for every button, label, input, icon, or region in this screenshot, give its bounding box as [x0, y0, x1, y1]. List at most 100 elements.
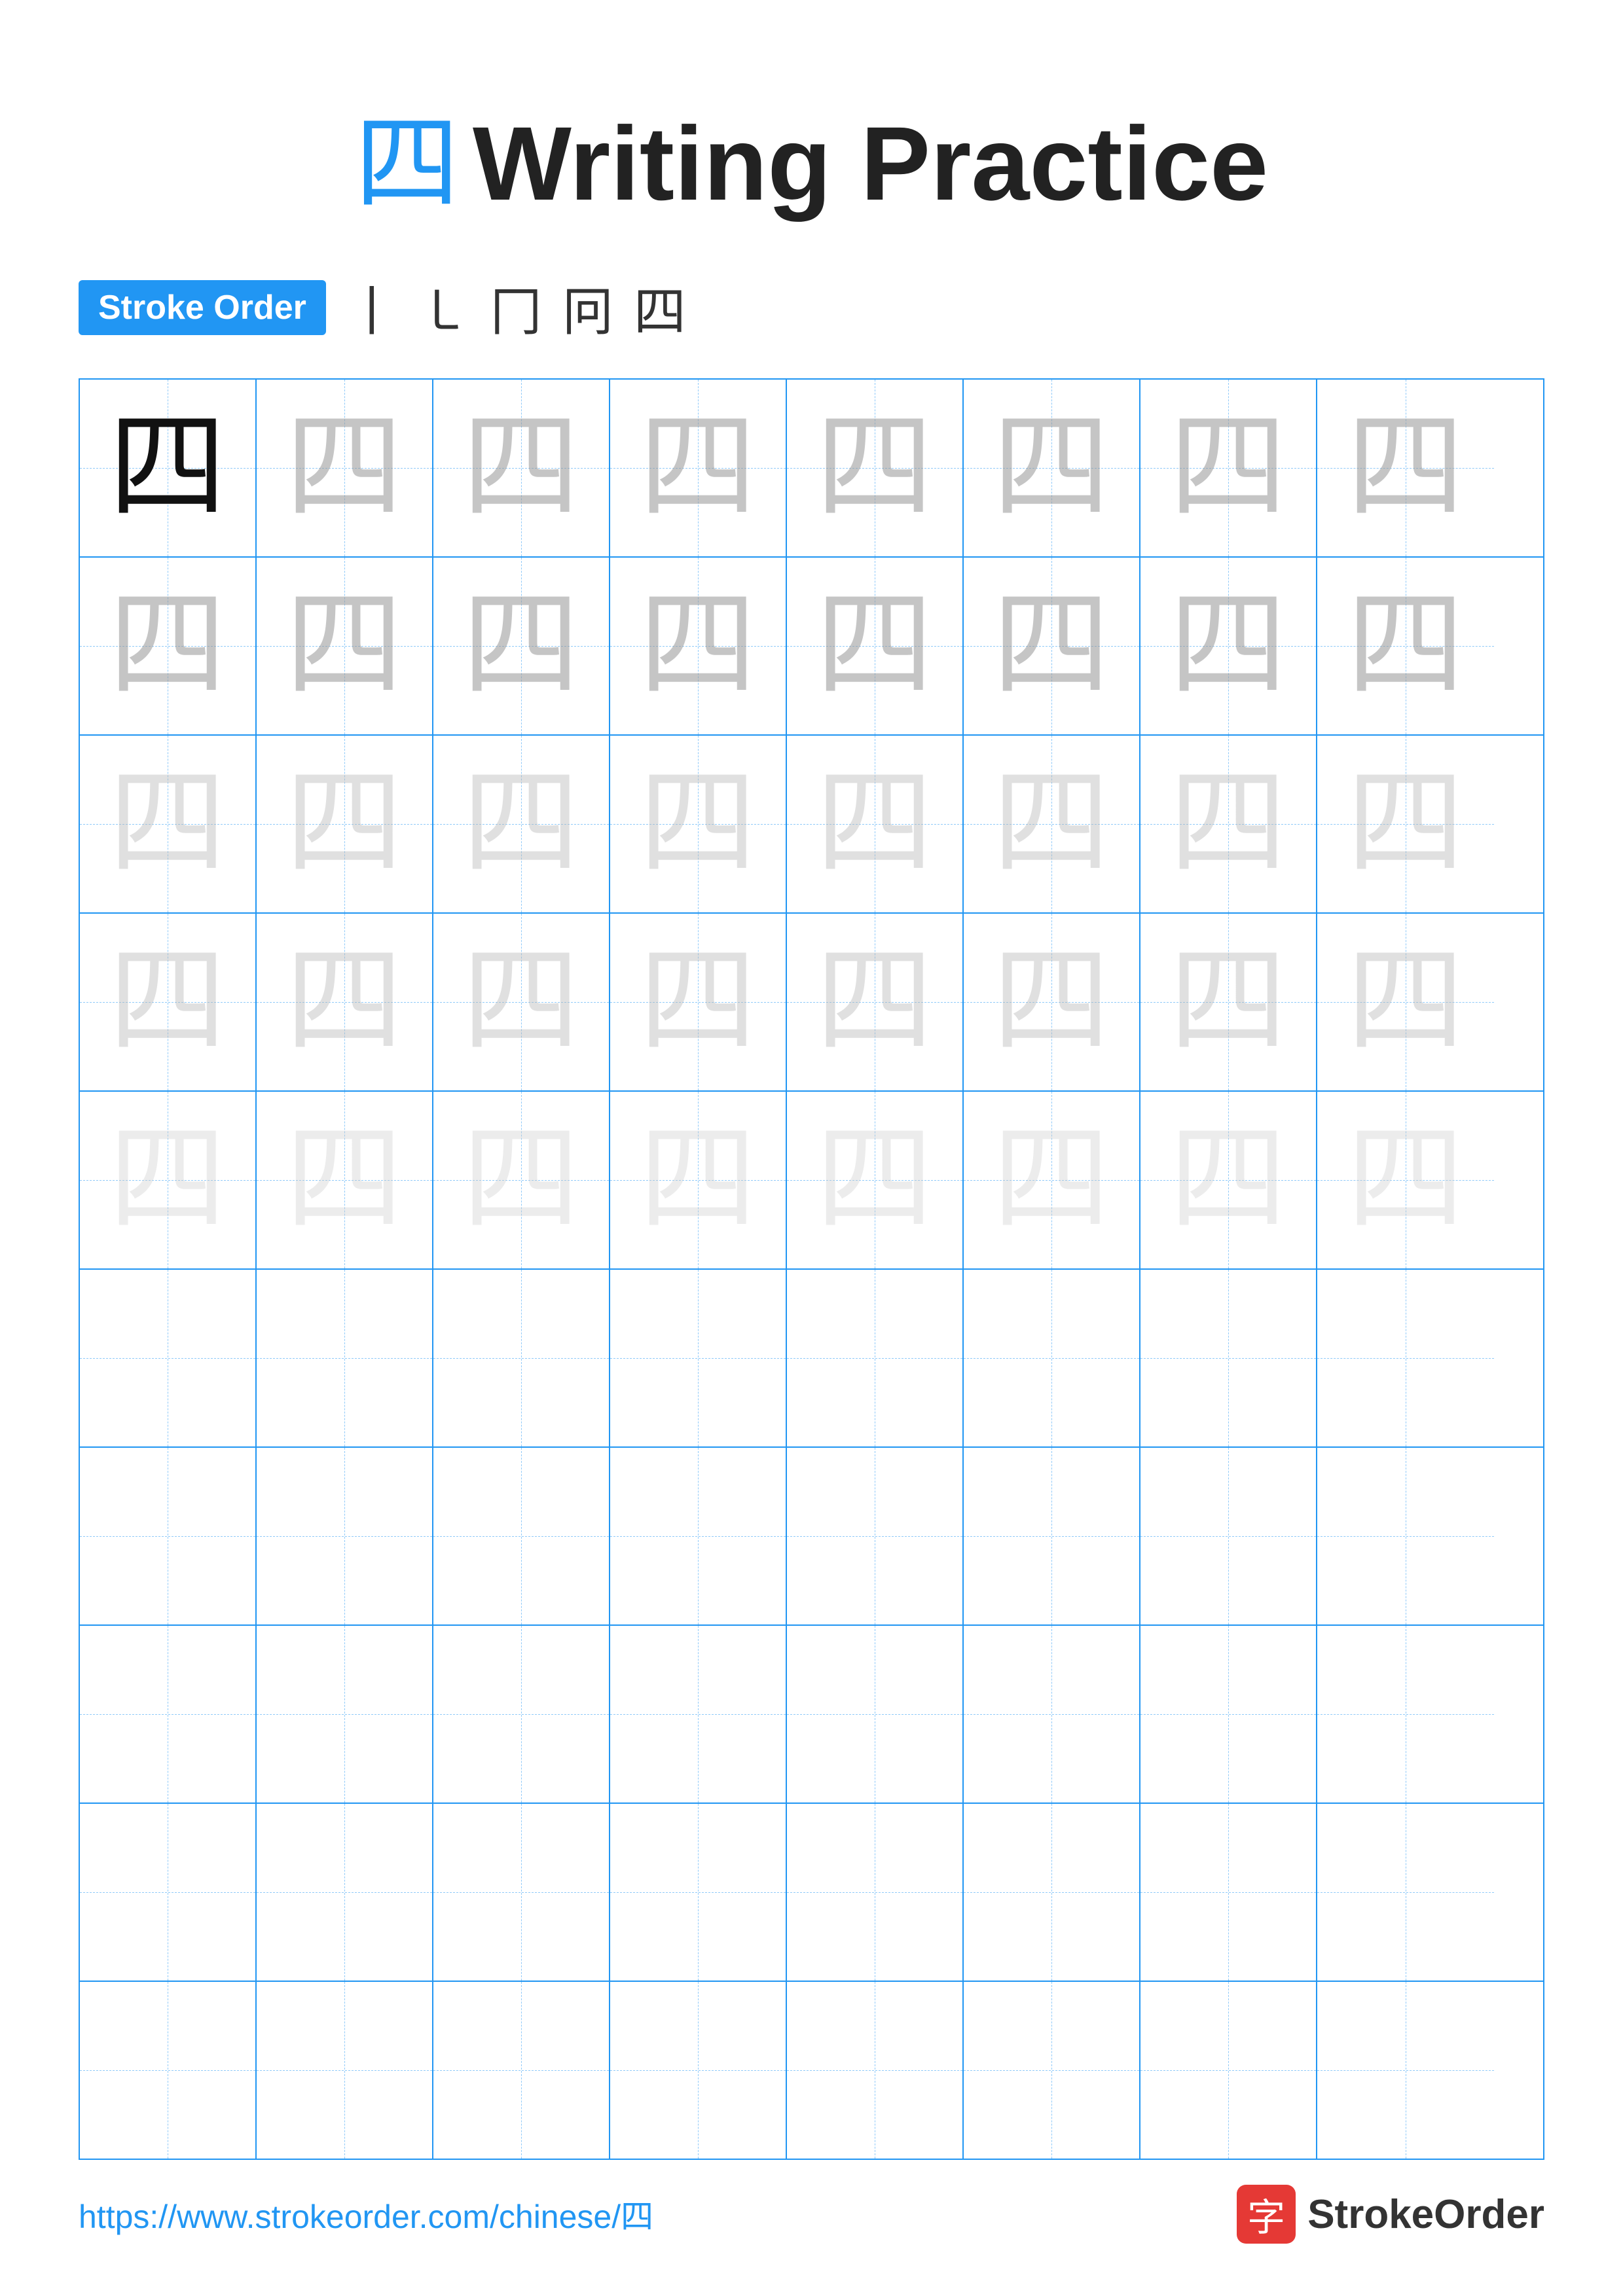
grid-cell[interactable]: [80, 1448, 257, 1624]
grid-cell[interactable]: 四: [257, 380, 433, 556]
grid-cell[interactable]: 四: [80, 1092, 257, 1268]
grid-cell[interactable]: [610, 1982, 787, 2159]
grid-cell[interactable]: [610, 1270, 787, 1446]
grid-cell[interactable]: [433, 1982, 610, 2159]
grid-cell[interactable]: 四: [80, 558, 257, 734]
grid-cell[interactable]: [257, 1270, 433, 1446]
grid-cell[interactable]: 四: [964, 558, 1140, 734]
grid-cell[interactable]: [257, 1982, 433, 2159]
grid-cell[interactable]: [787, 1448, 964, 1624]
char-guide: 四: [1169, 409, 1287, 527]
grid-cell[interactable]: 四: [433, 1092, 610, 1268]
grid-cell[interactable]: 四: [787, 914, 964, 1090]
grid-cell[interactable]: 四: [610, 736, 787, 912]
char-guide: 四: [993, 943, 1110, 1061]
grid-cell[interactable]: [257, 1448, 433, 1624]
grid-cell[interactable]: [787, 1982, 964, 2159]
grid-cell[interactable]: [964, 1804, 1140, 1981]
char-guide: 四: [285, 765, 403, 883]
grid-cell[interactable]: [1317, 1982, 1494, 2159]
grid-row-1: 四 四 四 四 四 四 四 四: [80, 380, 1543, 558]
grid-cell[interactable]: [257, 1804, 433, 1981]
grid-cell[interactable]: 四: [257, 1092, 433, 1268]
grid-cell[interactable]: 四: [1140, 1092, 1317, 1268]
grid-cell[interactable]: 四: [433, 736, 610, 912]
grid-cell[interactable]: [1317, 1804, 1494, 1981]
char-guide: 四: [1347, 943, 1465, 1061]
grid-row-9: [80, 1804, 1543, 1982]
grid-cell[interactable]: [964, 1982, 1140, 2159]
grid-cell[interactable]: 四: [610, 558, 787, 734]
grid-cell[interactable]: 四: [964, 914, 1140, 1090]
grid-cell[interactable]: [433, 1626, 610, 1803]
grid-cell[interactable]: 四: [964, 1092, 1140, 1268]
grid-cell[interactable]: [80, 1804, 257, 1981]
grid-cell[interactable]: 四: [80, 736, 257, 912]
footer-url[interactable]: https://www.strokeorder.com/chinese/四: [79, 2191, 653, 2238]
grid-cell[interactable]: 四: [1317, 558, 1494, 734]
grid-cell[interactable]: [433, 1804, 610, 1981]
grid-cell[interactable]: 四: [1140, 558, 1317, 734]
grid-cell[interactable]: [1140, 1448, 1317, 1624]
grid-cell[interactable]: [1140, 1804, 1317, 1981]
stroke-5: 四: [634, 270, 693, 346]
char-guide: 四: [993, 765, 1110, 883]
grid-cell[interactable]: 四: [964, 380, 1140, 556]
grid-cell[interactable]: 四: [1317, 1092, 1494, 1268]
grid-cell[interactable]: 四: [257, 558, 433, 734]
char-guide: 四: [639, 1121, 757, 1239]
grid-cell[interactable]: [80, 1982, 257, 2159]
grid-cell[interactable]: [610, 1448, 787, 1624]
grid-cell[interactable]: 四: [787, 380, 964, 556]
grid-cell[interactable]: [964, 1626, 1140, 1803]
grid-cell[interactable]: [1140, 1626, 1317, 1803]
grid-cell[interactable]: [964, 1270, 1140, 1446]
grid-cell[interactable]: 四: [1140, 380, 1317, 556]
grid-cell[interactable]: [433, 1448, 610, 1624]
grid-cell[interactable]: 四: [1317, 736, 1494, 912]
grid-cell[interactable]: [787, 1270, 964, 1446]
grid-cell[interactable]: [787, 1804, 964, 1981]
char-guide: 四: [462, 943, 580, 1061]
grid-cell[interactable]: 四: [787, 736, 964, 912]
stroke-order-chars: 丨 ㇄ 冂 冋 四: [346, 270, 693, 346]
grid-cell[interactable]: 四: [1317, 380, 1494, 556]
grid-cell[interactable]: 四: [787, 1092, 964, 1268]
grid-cell[interactable]: 四: [433, 558, 610, 734]
grid-cell[interactable]: 四: [1140, 736, 1317, 912]
grid-cell[interactable]: 四: [433, 380, 610, 556]
grid-cell[interactable]: [433, 1270, 610, 1446]
grid-cell[interactable]: 四: [257, 736, 433, 912]
grid-cell[interactable]: 四: [1140, 914, 1317, 1090]
brand-char: 字: [1247, 2187, 1285, 2242]
grid-cell[interactable]: 四: [610, 1092, 787, 1268]
grid-cell[interactable]: 四: [257, 914, 433, 1090]
grid-cell[interactable]: [1140, 1270, 1317, 1446]
grid-cell[interactable]: [964, 1448, 1140, 1624]
grid-cell[interactable]: [1317, 1448, 1494, 1624]
grid-cell[interactable]: 四: [433, 914, 610, 1090]
grid-cell[interactable]: [1317, 1270, 1494, 1446]
grid-cell[interactable]: 四: [964, 736, 1140, 912]
grid-cell[interactable]: 四: [80, 914, 257, 1090]
grid-cell[interactable]: 四: [610, 380, 787, 556]
grid-cell[interactable]: [787, 1626, 964, 1803]
char-guide: 四: [109, 1121, 227, 1239]
grid-cell[interactable]: 四: [80, 380, 257, 556]
grid-cell[interactable]: [610, 1804, 787, 1981]
grid-cell[interactable]: 四: [787, 558, 964, 734]
grid-cell[interactable]: [80, 1270, 257, 1446]
grid-cell[interactable]: 四: [610, 914, 787, 1090]
char-guide: 四: [993, 1121, 1110, 1239]
grid-cell[interactable]: [257, 1626, 433, 1803]
grid-cell[interactable]: [80, 1626, 257, 1803]
grid-row-8: [80, 1626, 1543, 1804]
grid-cell[interactable]: 四: [1317, 914, 1494, 1090]
grid-cell[interactable]: [1317, 1626, 1494, 1803]
stroke-3: 冂: [490, 270, 549, 346]
grid-cell[interactable]: [1140, 1982, 1317, 2159]
grid-row-5: 四 四 四 四 四 四 四 四: [80, 1092, 1543, 1270]
grid-cell[interactable]: [610, 1626, 787, 1803]
stroke-order-section: Stroke Order 丨 ㇄ 冂 冋 四: [79, 270, 1544, 346]
char-guide: 四: [462, 587, 580, 705]
